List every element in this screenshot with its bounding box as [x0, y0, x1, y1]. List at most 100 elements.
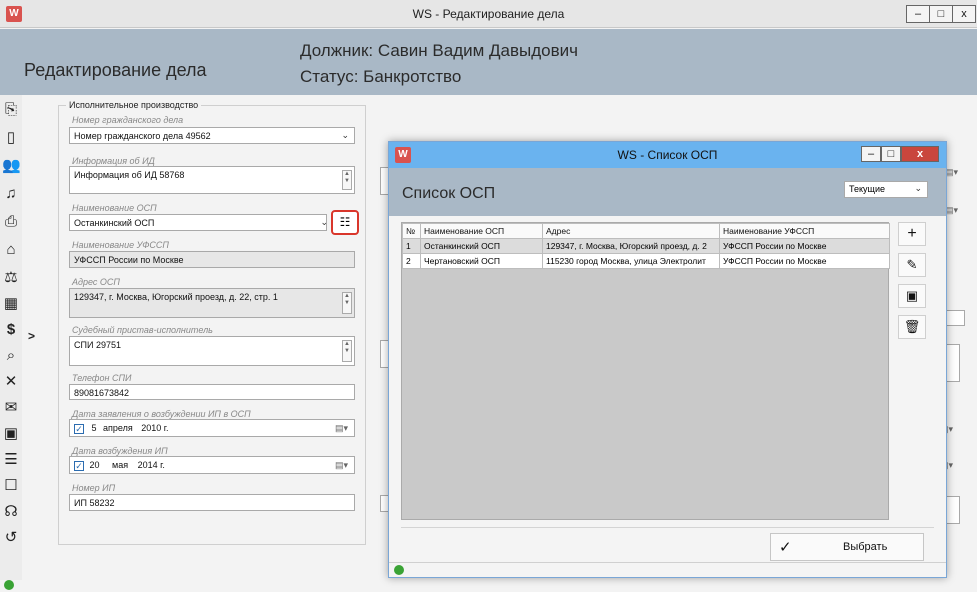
- osp-name-select[interactable]: Останкинский ОСП ⌄: [69, 214, 327, 231]
- window-titlebar: W WS - Редактирование дела – □ x: [0, 0, 977, 28]
- chat-icon[interactable]: ☐: [2, 477, 20, 495]
- calendar-dropdown-icon[interactable]: ▤▾: [945, 205, 965, 221]
- close-button[interactable]: x: [952, 5, 976, 23]
- edit-button[interactable]: ✎: [898, 253, 926, 277]
- id-info-textarea[interactable]: Информация об ИД 58768 ▲ ▼: [69, 166, 355, 194]
- table-cell: Чертановский ОСП: [420, 253, 543, 269]
- chevron-down-icon: ⌄: [320, 217, 326, 228]
- ufssp-name-field: УФССП России по Москве: [69, 251, 355, 268]
- dialog-heading: Список ОСП: [402, 185, 496, 202]
- page-header: Редактирование дела Должник: Савин Вадим…: [0, 29, 977, 95]
- document-icon[interactable]: ▯: [2, 129, 20, 147]
- phone-off-icon[interactable]: ✕: [2, 373, 20, 391]
- column-header[interactable]: Наименование ОСП: [420, 223, 543, 239]
- chevron-down-icon: ⌄: [914, 183, 922, 193]
- start-date-picker[interactable]: ✓ 20 мая 2014 г. ▤▾: [69, 456, 355, 474]
- table-row[interactable]: 1 Останкинский ОСП 129347, г. Москва, Юг…: [402, 238, 890, 254]
- chevron-down-icon: ⌄: [341, 130, 349, 140]
- select-label: Выбрать: [843, 541, 888, 553]
- calendar-dropdown-icon[interactable]: ▤▾: [945, 167, 965, 183]
- status-ok-icon: [394, 565, 404, 575]
- scroll-spinner-icon[interactable]: ▲ ▼: [342, 340, 352, 362]
- group-talk-icon[interactable]: ☊: [2, 503, 20, 521]
- column-header[interactable]: Наименование УФССП: [719, 223, 890, 239]
- table-cell: 115230 город Москва, улица Электролит: [542, 253, 720, 269]
- doc-sync-icon[interactable]: ⎙: [2, 213, 20, 231]
- archive-icon: ▣: [905, 288, 919, 303]
- start-date-day: 20: [89, 460, 100, 470]
- table-cell: 2: [402, 253, 421, 269]
- dialog-header: Список ОСП Текущие ⌄: [389, 168, 946, 216]
- auction-icon[interactable]: ⚖: [2, 269, 20, 287]
- list-icon: ☷: [339, 215, 351, 229]
- column-header[interactable]: Адрес: [542, 223, 720, 239]
- table-cell: 129347, г. Москва, Югорский проезд, д. 2: [542, 238, 720, 254]
- calendar-dropdown-icon[interactable]: ▤▾: [335, 460, 348, 471]
- osp-list-button[interactable]: ☷: [331, 210, 359, 235]
- ip-number-input[interactable]: ИП 58232: [69, 494, 355, 511]
- claim-date-label: Дата заявления о возбуждении ИП в ОСП: [72, 409, 251, 419]
- claim-date-day: 5: [91, 423, 97, 433]
- envelope-icon[interactable]: ✉: [2, 399, 20, 417]
- import-doc-icon[interactable]: ⎘: [2, 101, 20, 119]
- osp-name-value: Останкинский ОСП: [74, 218, 155, 228]
- osp-name-label: Наименование ОСП: [72, 203, 157, 213]
- doc-check-icon[interactable]: ▣: [2, 425, 20, 443]
- maximize-button[interactable]: □: [929, 5, 953, 23]
- minimize-button[interactable]: –: [906, 5, 930, 23]
- window-title: WS - Редактирование дела: [412, 7, 565, 21]
- section-title: Исполнительное производство: [66, 100, 202, 110]
- debtor-name: Должник: Савин Вадим Давыдович: [300, 41, 579, 60]
- bailiff-textarea[interactable]: СПИ 29751 ▲ ▼: [69, 336, 355, 366]
- osp-address-value: 129347, г. Москва, Югорский проезд, д. 2…: [74, 292, 278, 302]
- dialog-maximize-button[interactable]: □: [881, 146, 901, 162]
- sidebar: ⎘ ▯ 👥 ♫ ⎙ ⌂ ⚖ ▦ $ ⌕ ✕ ✉ ▣ ☰ ☐ ☊ ↺: [0, 95, 22, 580]
- claim-date-picker[interactable]: ✓ 5 апреля 2010 г. ▤▾: [69, 419, 355, 437]
- civil-case-label: Номер гражданского дела: [72, 115, 184, 125]
- house-search-icon[interactable]: ⌕: [2, 347, 20, 365]
- dollar-icon[interactable]: $: [2, 321, 20, 339]
- dialog-titlebar: W WS - Список ОСП – □ x: [389, 142, 946, 168]
- status-ok-icon: [4, 580, 14, 590]
- osp-address-field: 129347, г. Москва, Югорский проезд, д. 2…: [69, 288, 355, 318]
- plus-icon: +: [907, 225, 917, 242]
- case-status: Статус: Банкротство: [300, 67, 462, 86]
- add-button[interactable]: +: [898, 222, 926, 246]
- civil-case-select[interactable]: Номер гражданского дела 49562 ⌄: [69, 127, 355, 144]
- dialog-minimize-button[interactable]: –: [861, 146, 881, 162]
- table-row[interactable]: 2 Чертановский ОСП 115230 город Москва, …: [402, 253, 890, 269]
- scroll-spinner-icon[interactable]: ▲ ▼: [342, 170, 352, 190]
- start-date-month: мая: [112, 460, 129, 470]
- civil-case-value: Номер гражданского дела 49562: [74, 131, 211, 141]
- users-icon[interactable]: 👥: [2, 157, 21, 175]
- start-date-checkbox[interactable]: ✓: [74, 460, 84, 471]
- filter-value: Текущие: [849, 184, 885, 194]
- osp-table: № Наименование ОСП Адрес Наименование УФ…: [401, 222, 890, 520]
- bailiff-value: СПИ 29751: [74, 340, 121, 350]
- spi-phone-input[interactable]: 89081673842: [69, 384, 355, 400]
- sidebar-expand-icon[interactable]: >: [28, 329, 35, 343]
- table-cell: Останкинский ОСП: [420, 238, 543, 254]
- archive-button[interactable]: ▣: [898, 284, 926, 308]
- column-header[interactable]: №: [402, 223, 421, 239]
- bailiff-label: Судебный пристав-исполнитель: [72, 325, 213, 335]
- start-date-year: 2014 г.: [137, 460, 165, 470]
- pencil-icon: ✎: [906, 257, 918, 272]
- dialog-close-button[interactable]: x: [901, 146, 939, 162]
- select-button[interactable]: ✓ Выбрать: [770, 533, 924, 561]
- filter-select[interactable]: Текущие ⌄: [844, 181, 928, 198]
- check-icon: ✓: [779, 539, 792, 556]
- page-title: Редактирование дела: [24, 60, 207, 80]
- doc-lines-icon[interactable]: ☰: [2, 451, 20, 469]
- start-date-label: Дата возбуждения ИП: [72, 446, 168, 456]
- trash-icon: 🗑: [903, 319, 921, 334]
- claim-date-month: апреля: [103, 423, 133, 433]
- calendar-icon[interactable]: ▦: [2, 295, 20, 313]
- building-icon[interactable]: ⌂: [2, 241, 20, 259]
- history-icon[interactable]: ↺: [2, 529, 20, 547]
- delete-button[interactable]: 🗑: [898, 315, 926, 339]
- claim-date-checkbox[interactable]: ✓: [74, 423, 84, 434]
- calendar-dropdown-icon[interactable]: ▤▾: [335, 423, 348, 434]
- scroll-spinner-icon[interactable]: ▲ ▼: [342, 292, 352, 314]
- bell-icon[interactable]: ♫: [2, 185, 20, 203]
